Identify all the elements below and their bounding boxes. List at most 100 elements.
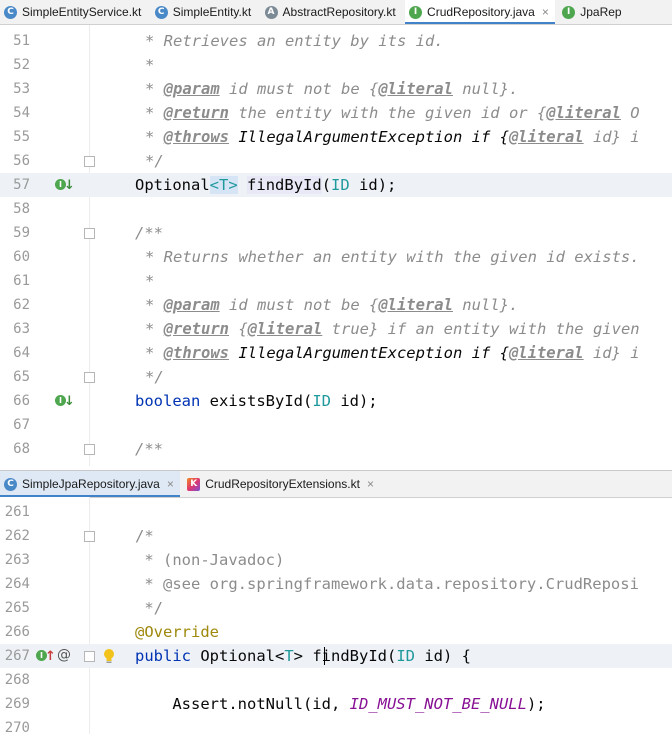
code-line[interactable]: 270 (0, 716, 672, 734)
method-declaration: Optional<T> findById(ID id); (135, 176, 397, 194)
code-line[interactable]: 56 */ (0, 149, 672, 173)
line-number: 67 (13, 417, 30, 433)
line-number: 64 (13, 345, 30, 361)
line-number: 263 (4, 552, 30, 568)
line-number: 266 (4, 624, 30, 640)
code-line[interactable]: 59 /** (0, 221, 672, 245)
class-icon: C (4, 477, 17, 491)
fold-icon[interactable] (84, 156, 95, 167)
top-editor[interactable]: 51 * Retrieves an entity by its id. 52 *… (0, 25, 672, 466)
line-number: 60 (13, 249, 30, 265)
fold-icon[interactable] (84, 228, 95, 239)
fold-icon[interactable] (84, 531, 95, 542)
doc-comment: * (145, 56, 155, 74)
fold-icon[interactable] (84, 444, 95, 455)
arrow-down-icon[interactable]: ↓ (64, 179, 75, 192)
line-number: 270 (4, 720, 30, 734)
code-line[interactable]: 63 * @return {@literal true} if an entit… (0, 317, 672, 341)
tab-simple-entity[interactable]: C SimpleEntity.kt (151, 0, 257, 24)
code-line[interactable]: 60 * Returns whether an entity with the … (0, 245, 672, 269)
doc-comment: * @throws IllegalArgumentException if {@… (145, 344, 640, 362)
tab-label: JpaRep (580, 5, 622, 19)
tab-simple-jpa-repository[interactable]: C SimpleJpaRepository.java × (0, 471, 180, 497)
doc-comment: * Returns whether an entity with the giv… (145, 248, 640, 266)
code-line[interactable]: 54 * @return the entity with the given i… (0, 101, 672, 125)
tab-label: SimpleEntity.kt (172, 5, 252, 19)
code-line[interactable]: 55 * @throws IllegalArgumentException if… (0, 125, 672, 149)
bottom-editor-tabs: C SimpleJpaRepository.java × K CrudRepos… (0, 470, 672, 498)
abstract-class-icon: A (264, 5, 278, 19)
class-icon: C (4, 5, 17, 19)
line-number: 58 (13, 201, 30, 217)
code-line[interactable]: 53 * @param id must not be {@literal nul… (0, 77, 672, 101)
doc-comment: * @return {@literal true} if an entity w… (145, 320, 640, 338)
code-line[interactable]: 67 (0, 413, 672, 437)
code-line[interactable]: 262 /* (0, 524, 672, 548)
line-number: 56 (13, 153, 30, 169)
line-number: 57 (13, 177, 30, 193)
tab-label: CrudRepositoryExtensions.kt (205, 477, 360, 491)
close-icon[interactable]: × (542, 5, 549, 19)
code-line[interactable]: 265 */ (0, 596, 672, 620)
annotation: @Override (135, 623, 219, 641)
line-number: 63 (13, 321, 30, 337)
arrow-up-icon[interactable]: ↑ (45, 650, 56, 663)
code-line[interactable]: 52 * (0, 53, 672, 77)
doc-comment: /** (135, 224, 163, 242)
line-number: 59 (13, 225, 30, 241)
line-number: 51 (13, 33, 30, 49)
interface-icon: I (562, 5, 576, 19)
line-number: 54 (13, 105, 30, 121)
line-number: 261 (4, 504, 30, 520)
code-line[interactable]: 64 * @throws IllegalArgumentException if… (0, 341, 672, 365)
bottom-editor[interactable]: 261 262 /* 263 * (non-Javadoc) 264 * @se… (0, 497, 672, 734)
code-line[interactable]: 261 (0, 500, 672, 524)
line-number: 61 (13, 273, 30, 289)
kotlin-file-icon: K (187, 477, 201, 491)
block-comment: * @see org.springframework.data.reposito… (135, 575, 639, 593)
line-number: 268 (4, 672, 30, 688)
code-line[interactable]: 269 Assert.notNull(id, ID_MUST_NOT_BE_NU… (0, 692, 672, 716)
tab-label: CrudRepository.java (427, 5, 535, 19)
code-line[interactable]: 65 */ (0, 365, 672, 389)
lightbulb-icon[interactable] (103, 648, 115, 664)
tab-crud-repository-extensions[interactable]: K CrudRepositoryExtensions.kt × (183, 471, 380, 497)
code-line[interactable]: 62 * @param id must not be {@literal nul… (0, 293, 672, 317)
code-line[interactable]: 58 (0, 197, 672, 221)
line-number: 52 (13, 57, 30, 73)
tab-label: SimpleEntityService.kt (22, 5, 142, 19)
tab-label: AbstractRepository.kt (282, 5, 396, 19)
line-number: 265 (4, 600, 30, 616)
code-line[interactable]: 51 * Retrieves an entity by its id. (0, 29, 672, 53)
arrow-down-icon[interactable]: ↓ (64, 395, 75, 408)
at-icon[interactable]: @ (57, 647, 71, 663)
line-number: 269 (4, 696, 30, 712)
interface-icon: I (409, 5, 423, 19)
fold-icon[interactable] (84, 372, 95, 383)
code-line[interactable]: 68 /** (0, 437, 672, 461)
code-line[interactable]: 263 * (non-Javadoc) (0, 548, 672, 572)
code-line-current[interactable]: 57 I ↓ Optional<T> findById(ID id); (0, 173, 672, 197)
doc-comment: * @param id must not be {@literal null}. (145, 296, 519, 314)
method-declaration: public Optional<T> findById(ID id) { (135, 647, 472, 665)
line-number: 262 (4, 528, 30, 544)
code-line[interactable]: 61 * (0, 269, 672, 293)
tab-crud-repository[interactable]: I CrudRepository.java × (405, 0, 555, 24)
code-line[interactable]: 264 * @see org.springframework.data.repo… (0, 572, 672, 596)
fold-icon[interactable] (84, 651, 95, 662)
code-line[interactable]: 266 @Override (0, 620, 672, 644)
close-icon[interactable]: × (367, 477, 374, 491)
code-line-current[interactable]: 267 I ↑ @ public Optional<T> findById(ID… (0, 644, 672, 668)
close-icon[interactable]: × (167, 477, 174, 491)
doc-comment: * (145, 272, 155, 290)
tab-abstract-repository[interactable]: A AbstractRepository.kt (261, 0, 402, 24)
statement: Assert.notNull(id, ID_MUST_NOT_BE_NULL); (135, 695, 546, 713)
code-line[interactable]: 66 I ↓ boolean existsById(ID id); (0, 389, 672, 413)
tab-simple-entity-service[interactable]: C SimpleEntityService.kt (0, 0, 147, 24)
tab-jpa-repository[interactable]: I JpaRep (558, 0, 627, 24)
code-line[interactable]: 268 (0, 668, 672, 692)
tab-label: SimpleJpaRepository.java (22, 477, 160, 491)
doc-comment: * @return the entity with the given id o… (145, 104, 640, 122)
doc-comment: /** (135, 440, 163, 458)
line-number: 66 (13, 393, 30, 409)
